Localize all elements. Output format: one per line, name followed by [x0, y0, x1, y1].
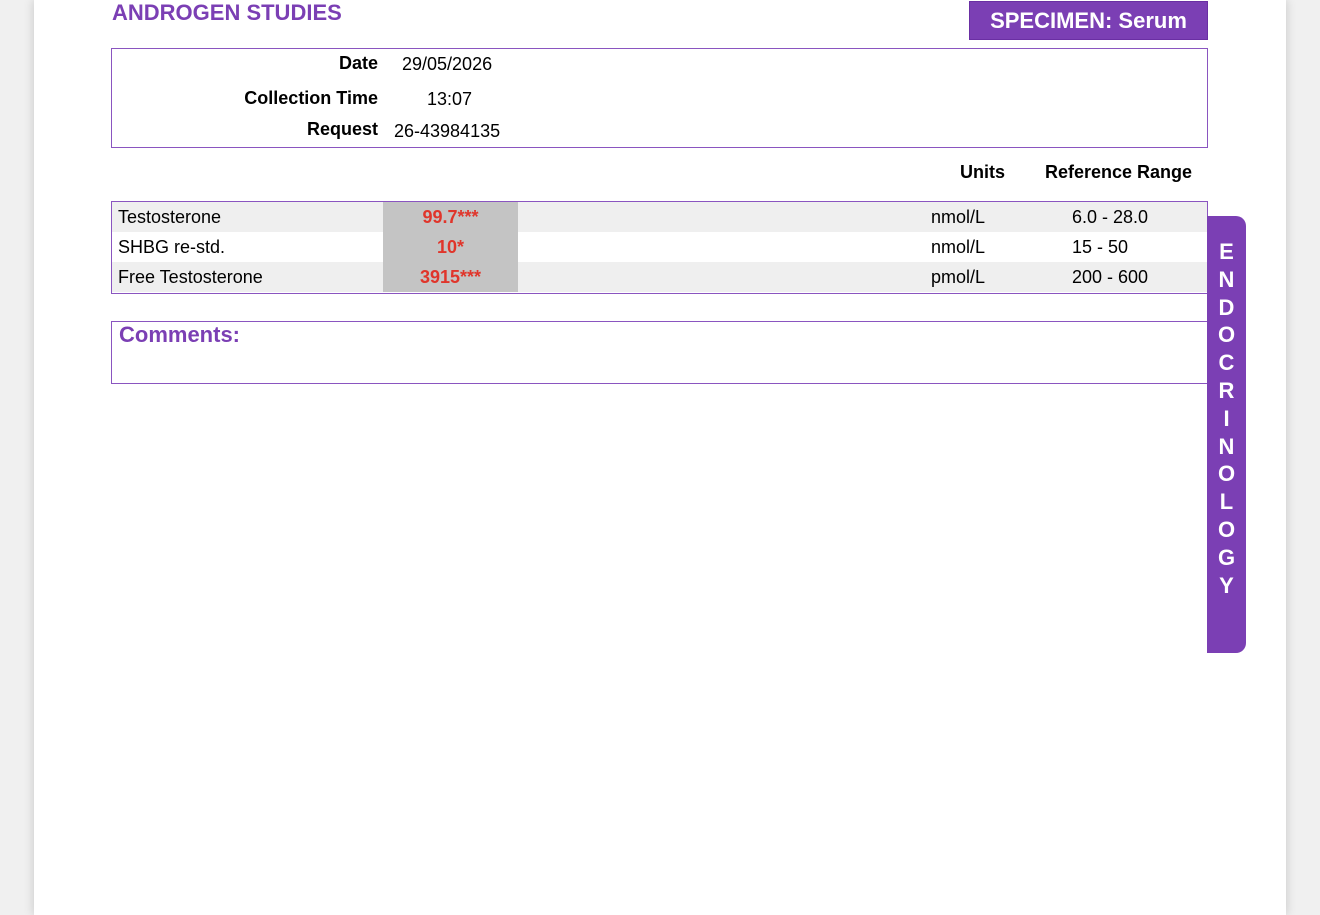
- department-label-letter: O: [1217, 461, 1236, 487]
- comments-box: Comments:: [111, 321, 1208, 384]
- department-label-letter: L: [1219, 489, 1234, 515]
- report-title: ANDROGEN STUDIES: [112, 0, 342, 25]
- test-units: nmol/L: [931, 237, 986, 257]
- test-reference-range: 15 - 50: [1072, 237, 1129, 257]
- test-result: 3915***: [383, 262, 518, 292]
- department-label-letter: R: [1218, 377, 1235, 403]
- request-label: Request: [306, 119, 378, 139]
- test-name: Free Testosterone: [118, 267, 263, 287]
- table-row: SHBG re-std. 10* nmol/L 15 - 50: [112, 232, 1207, 262]
- reference-range-column-header: Reference Range: [1045, 162, 1193, 182]
- test-result: 99.7***: [383, 202, 518, 232]
- results-table: Testosterone 99.7*** nmol/L 6.0 - 28.0 S…: [111, 201, 1208, 294]
- department-label: ENDOCRINOLOGY: [1207, 238, 1246, 599]
- table-row: Free Testosterone 3915*** pmol/L 200 - 6…: [112, 262, 1207, 292]
- comments-label: Comments:: [119, 322, 241, 347]
- department-label-letter: O: [1217, 322, 1236, 348]
- units-column-header: Units: [960, 162, 1005, 182]
- test-units: nmol/L: [931, 207, 986, 227]
- department-label-letter: N: [1218, 266, 1235, 292]
- department-label-letter: I: [1223, 405, 1230, 431]
- request-info-box: Date 29/05/2026 Collection Time 13:07 Re…: [111, 48, 1208, 148]
- department-label-letter: N: [1218, 433, 1235, 459]
- test-reference-range: 200 - 600: [1072, 267, 1149, 287]
- collection-time-value: 13:07: [427, 89, 473, 109]
- department-side-tab: ENDOCRINOLOGY: [1207, 216, 1246, 653]
- department-label-letter: O: [1217, 516, 1236, 542]
- department-label-letter: D: [1218, 294, 1235, 320]
- department-label-letter: E: [1219, 239, 1234, 264]
- test-name: SHBG re-std.: [118, 237, 226, 257]
- test-units: pmol/L: [931, 267, 986, 287]
- test-reference-range: 6.0 - 28.0: [1072, 207, 1149, 227]
- request-value: 26-43984135: [394, 121, 501, 141]
- date-value: 29/05/2026: [402, 54, 493, 74]
- specimen-badge: SPECIMEN: Serum: [969, 1, 1208, 40]
- department-label-letter: Y: [1219, 572, 1234, 598]
- date-label: Date: [338, 53, 378, 73]
- test-result: 10*: [383, 232, 518, 262]
- department-label-letter: C: [1218, 350, 1235, 376]
- test-name: Testosterone: [118, 207, 222, 227]
- table-row: Testosterone 99.7*** nmol/L 6.0 - 28.0: [112, 202, 1207, 232]
- department-label-letter: G: [1217, 544, 1236, 570]
- collection-time-label: Collection Time: [244, 88, 378, 108]
